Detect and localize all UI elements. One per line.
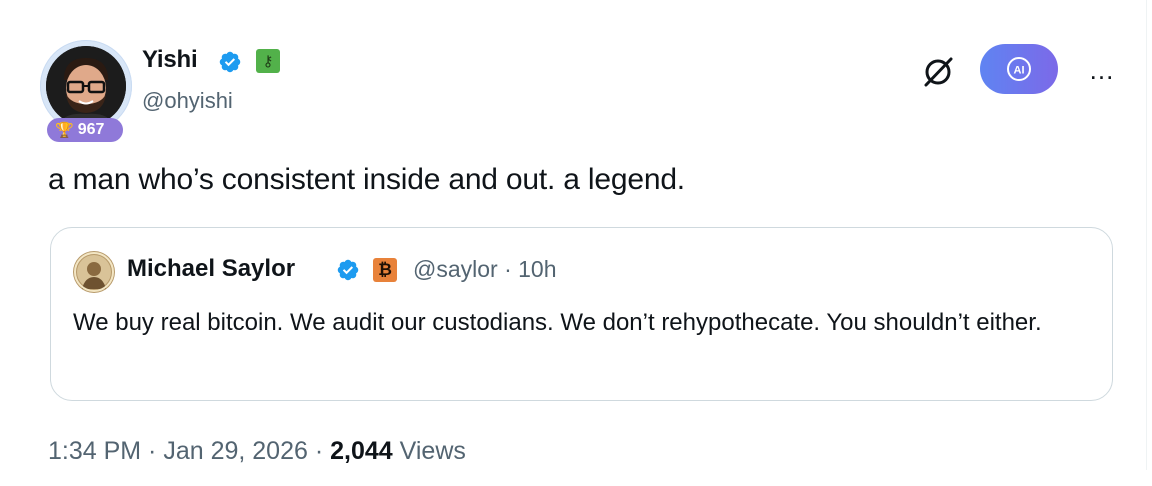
views-count[interactable]: 2,044 (330, 437, 393, 466)
quote-author-name[interactable]: Michael Saylor (127, 255, 295, 283)
quote-handle-time[interactable]: @saylor · 10h (413, 256, 557, 283)
more-options-button[interactable]: ... (1082, 52, 1122, 88)
ai-button[interactable]: AI (980, 44, 1058, 94)
verified-badge-icon (219, 51, 241, 73)
author-handle[interactable]: @ohyishi (142, 88, 233, 114)
separator-dot: · (307, 437, 331, 465)
tweet-metadata: 1:34 PM · Jan 29, 2026 · 2,044 Views (48, 437, 466, 466)
quote-text: We buy real bitcoin. We audit our custod… (73, 309, 1042, 336)
quote-tweet-card[interactable]: Michael Saylor ₿ @saylor · 10h We buy re… (50, 227, 1113, 401)
rank-badge: 🏆 967 (47, 118, 123, 142)
trophy-icon: 🏆 (55, 121, 74, 139)
tweet-text: a man who’s consistent inside and out. a… (48, 163, 685, 196)
tweet-time[interactable]: 1:34 PM (48, 437, 141, 466)
key-badge-icon: ⚷ (256, 49, 280, 73)
ai-icon: AI (1007, 57, 1031, 81)
rank-value: 967 (77, 121, 105, 138)
svg-text:AI: AI (1014, 65, 1025, 77)
more-icon: ... (1089, 54, 1115, 85)
author-avatar[interactable] (46, 46, 126, 126)
verified-badge-icon (337, 259, 359, 281)
right-border (1146, 0, 1147, 470)
separator-dot: · (141, 437, 164, 465)
author-display-name[interactable]: Yishi (142, 46, 198, 74)
grok-icon[interactable] (920, 54, 956, 90)
quote-author-avatar[interactable] (73, 251, 115, 293)
bitcoin-badge-icon: ₿ (373, 258, 397, 282)
tweet-date[interactable]: Jan 29, 2026 (163, 437, 308, 466)
views-label: Views (392, 437, 466, 465)
